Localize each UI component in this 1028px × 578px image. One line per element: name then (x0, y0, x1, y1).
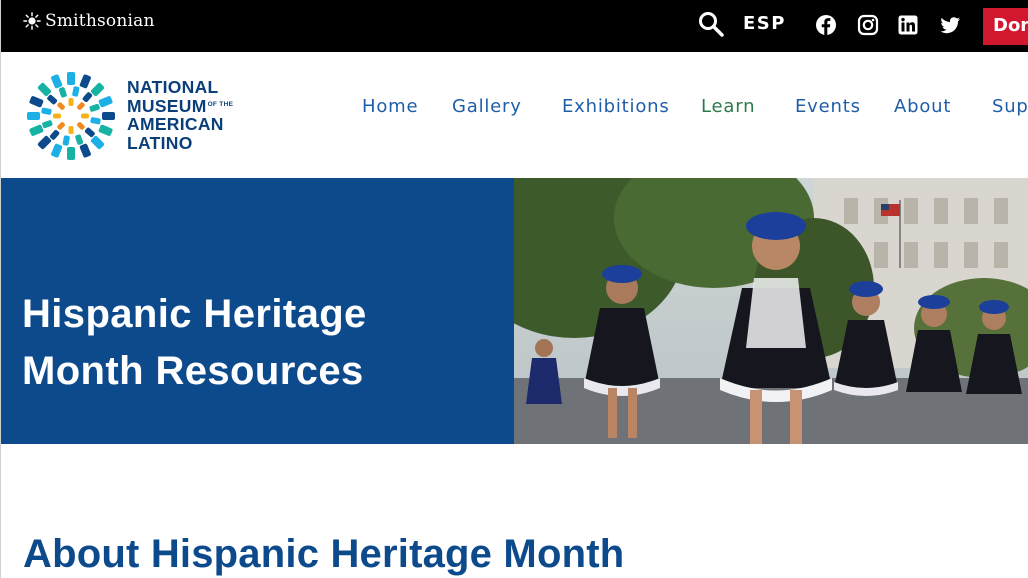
nav-about[interactable]: About (894, 96, 951, 117)
smithsonian-logo-link[interactable]: Smithsonian (23, 10, 155, 32)
nav-exhibitions[interactable]: Exhibitions (562, 96, 670, 117)
nav-support[interactable]: Support (992, 96, 1028, 117)
site-header: NATIONAL MUSEUMOF THE AMERICAN LATINO Ho… (0, 52, 1028, 178)
about-heading: About Hispanic Heritage Month (23, 532, 625, 576)
donate-button[interactable]: Donate (983, 8, 1028, 45)
about-section: About Hispanic Heritage Month (0, 444, 1028, 578)
logo-line-latino: LATINO (127, 132, 193, 153)
logo-line-national: NATIONAL (127, 77, 219, 97)
nav-learn[interactable]: Learn (701, 96, 755, 117)
hero-title-panel: Hispanic Heritage Month Resources (0, 178, 514, 444)
hero-banner: Hispanic Heritage Month Resources (0, 178, 1028, 444)
linkedin-icon[interactable] (897, 14, 919, 36)
page-title-line-1: Hispanic Heritage (22, 292, 367, 336)
instagram-icon[interactable] (857, 14, 879, 36)
twitter-icon[interactable] (939, 14, 961, 36)
page-title-line-2: Month Resources (22, 349, 364, 393)
language-toggle[interactable]: ESP (743, 13, 786, 34)
nav-events[interactable]: Events (795, 96, 861, 117)
page-title: Hispanic Heritage Month Resources (22, 286, 492, 400)
hero-parade-photo (514, 178, 1028, 444)
search-icon[interactable] (697, 10, 725, 38)
nav-home[interactable]: Home (362, 96, 418, 117)
top-utility-bar: Smithsonian ESP Donate (0, 0, 1028, 52)
main-navigation: Home Gallery Exhibitions Learn Events Ab… (1, 96, 1028, 122)
facebook-icon[interactable] (815, 14, 837, 36)
smithsonian-wordmark: Smithsonian (45, 11, 155, 31)
nav-gallery[interactable]: Gallery (452, 96, 522, 117)
smithsonian-sun-icon (23, 12, 41, 30)
